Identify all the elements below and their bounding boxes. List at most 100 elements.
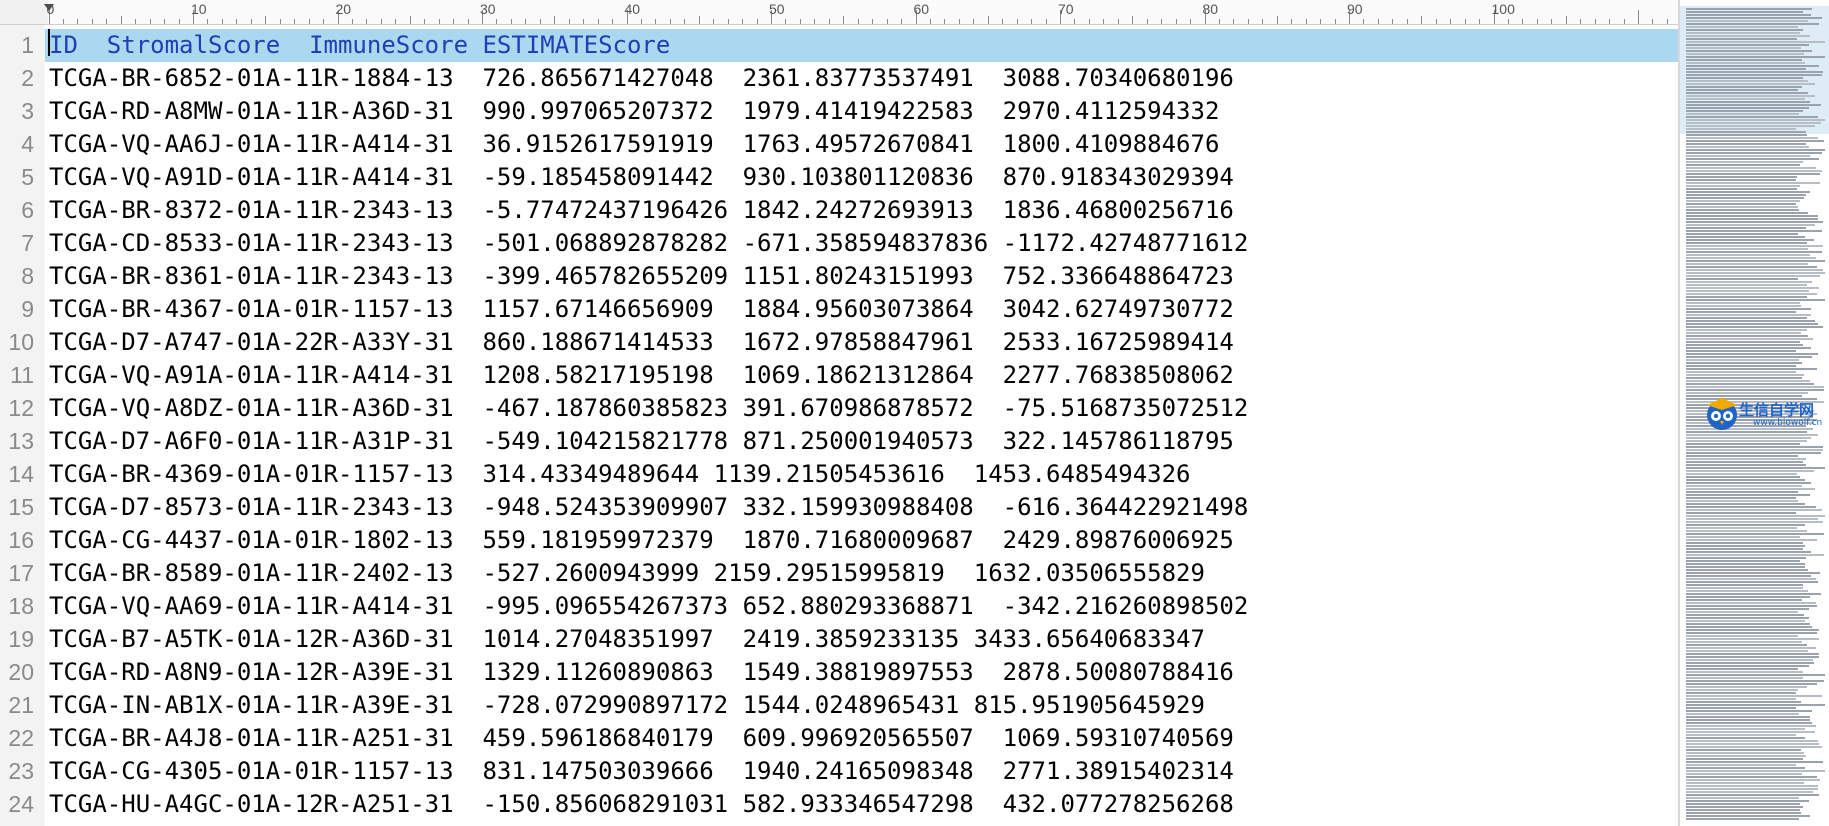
minimap-line (1686, 563, 1805, 565)
data-line[interactable]: TCGA-IN-AB1X-01A-11R-A39E-31 -728.072990… (45, 689, 1678, 722)
minimap-line (1686, 527, 1797, 529)
minimap-line (1686, 86, 1802, 88)
data-line[interactable]: TCGA-BR-8372-01A-11R-2343-13 -5.77472437… (45, 194, 1678, 227)
minimap-line (1686, 8, 1812, 10)
minimap-line (1686, 551, 1811, 553)
ruler-tick (1031, 19, 1033, 24)
minimap-line (1686, 47, 1801, 49)
minimap-line (1686, 164, 1800, 166)
data-line[interactable]: TCGA-RD-A8N9-01A-12R-A39E-31 1329.112608… (45, 656, 1678, 689)
minimap-line (1686, 689, 1798, 691)
minimap-line (1686, 740, 1818, 742)
minimap-line (1686, 494, 1810, 496)
minimap-line (1686, 470, 1814, 472)
ruler-tick (785, 19, 787, 24)
line-number-gutter[interactable]: 1 2 3 4 5 6 7 8 9 10 11 12 13 14 15 16 17 18 19 20 21 22 23 24 (0, 25, 45, 826)
data-line[interactable]: TCGA-BR-4369-01A-01R-1157-13 314.4334948… (45, 458, 1678, 491)
data-line[interactable]: TCGA-D7-8573-01A-11R-2343-13 -948.524353… (45, 491, 1678, 524)
line-text: ID StromalScore ImmuneScore ESTIMATEScor… (49, 31, 671, 59)
minimap-line (1686, 224, 1815, 226)
ruler-number: 0 (46, 1, 55, 17)
minimap-line (1686, 587, 1803, 589)
text-editor[interactable]: ID StromalScore ImmuneScore ESTIMATEScor… (45, 25, 1678, 826)
minimap-line (1686, 341, 1800, 343)
line-text: TCGA-HU-A4GC-01A-12R-A251-31 -150.856068… (49, 790, 1234, 818)
data-line[interactable]: TCGA-HU-A4GC-01A-12R-A251-31 -150.856068… (45, 788, 1678, 821)
data-line[interactable]: TCGA-BR-8589-01A-11R-2402-13 -527.260094… (45, 557, 1678, 590)
ruler-tick (1305, 19, 1307, 24)
minimap-line (1686, 743, 1819, 745)
ruler-tick (453, 19, 455, 24)
ruler-tick (1262, 19, 1264, 24)
line-text: TCGA-RD-A8MW-01A-11R-A36D-31 990.9970652… (49, 97, 1220, 125)
data-line[interactable]: TCGA-VQ-AA69-01A-11R-A414-31 -995.096554… (45, 590, 1678, 623)
ruler-number: 80 (1202, 1, 1219, 17)
minimap-line (1686, 344, 1803, 346)
line-number: 18 (8, 593, 34, 619)
data-line[interactable]: TCGA-VQ-A8DZ-01A-11R-A36D-31 -467.187860… (45, 392, 1678, 425)
ruler-tick (828, 19, 830, 24)
minimap-line (1686, 104, 1821, 106)
ruler-tick (929, 19, 931, 24)
ruler-tick (1464, 19, 1466, 24)
ruler-tick (1320, 19, 1322, 24)
data-line[interactable]: TCGA-CG-4305-01A-01R-1157-13 831.1475030… (45, 755, 1678, 788)
ruler-tick (640, 19, 642, 24)
minimap-line (1686, 770, 1825, 772)
minimap-line (1686, 818, 1799, 820)
minimap-line (1686, 815, 1810, 817)
data-line[interactable]: TCGA-VQ-A91A-01A-11R-A414-31 1208.582171… (45, 359, 1678, 392)
ruler-tick (1291, 19, 1293, 24)
data-line[interactable]: TCGA-RD-A8MW-01A-11R-A36D-31 990.9970652… (45, 95, 1678, 128)
ruler-tick (207, 19, 209, 24)
line-number: 12 (8, 395, 34, 421)
data-line[interactable]: TCGA-CG-4437-01A-01R-1802-13 559.1819599… (45, 524, 1678, 557)
line-text: TCGA-IN-AB1X-01A-11R-A39E-31 -728.072990… (49, 691, 1205, 719)
minimap-line (1686, 347, 1811, 349)
line-number: 20 (8, 659, 34, 685)
ruler-tick (1421, 16, 1423, 24)
line-number: 9 (21, 296, 34, 322)
minimap-line (1686, 146, 1809, 148)
line-text: TCGA-B7-A5TK-01A-12R-A36D-31 1014.270483… (49, 625, 1205, 653)
data-line[interactable]: TCGA-BR-6852-01A-11R-1884-13 726.8656714… (45, 62, 1678, 95)
data-line[interactable]: TCGA-BR-A4J8-01A-11R-A251-31 459.5961868… (45, 722, 1678, 755)
line-number: 8 (21, 263, 34, 289)
ruler-tick (1002, 19, 1004, 24)
data-line[interactable]: TCGA-D7-A747-01A-22R-A33Y-31 860.1886714… (45, 326, 1678, 359)
line-number: 15 (8, 494, 34, 520)
ruler-tick (987, 16, 989, 24)
ruler-tick (698, 16, 700, 24)
minimap-line (1686, 212, 1808, 214)
minimap-line (1686, 482, 1811, 484)
line-number: 5 (21, 164, 34, 190)
data-line[interactable]: TCGA-VQ-AA6J-01A-11R-A414-31 36.91526175… (45, 128, 1678, 161)
ruler-tick (1233, 19, 1235, 24)
data-line[interactable]: TCGA-B7-A5TK-01A-12R-A36D-31 1014.270483… (45, 623, 1678, 656)
minimap-line (1686, 230, 1822, 232)
minimap-line (1686, 38, 1797, 40)
minimap-line (1686, 158, 1819, 160)
ruler-tick (727, 19, 729, 24)
minimap-line (1686, 65, 1819, 67)
minimap-line (1686, 266, 1817, 268)
minimap-line (1686, 59, 1802, 61)
minimap-line (1686, 596, 1810, 598)
minimap-line (1686, 734, 1796, 736)
ruler-tick (886, 19, 888, 24)
owl-logo-icon (1707, 398, 1737, 430)
minimap-line (1686, 329, 1807, 331)
data-line[interactable]: TCGA-BR-8361-01A-11R-2343-13 -399.465782… (45, 260, 1678, 293)
data-line[interactable]: TCGA-CD-8533-01A-11R-2343-13 -501.068892… (45, 227, 1678, 260)
minimap-line (1686, 110, 1803, 112)
minimap-line (1686, 77, 1803, 79)
header-line[interactable]: ID StromalScore ImmuneScore ESTIMATEScor… (45, 29, 1678, 62)
data-line[interactable]: TCGA-VQ-A91D-01A-11R-A414-31 -59.1854580… (45, 161, 1678, 194)
minimap-line (1686, 539, 1817, 541)
data-line[interactable]: TCGA-D7-A6F0-01A-11R-A31P-31 -549.104215… (45, 425, 1678, 458)
minimap-line (1686, 221, 1823, 223)
line-number: 16 (8, 527, 34, 553)
minimap-line (1686, 467, 1825, 469)
data-line[interactable]: TCGA-BR-4367-01A-01R-1157-13 1157.671466… (45, 293, 1678, 326)
minimap-line (1686, 764, 1796, 766)
